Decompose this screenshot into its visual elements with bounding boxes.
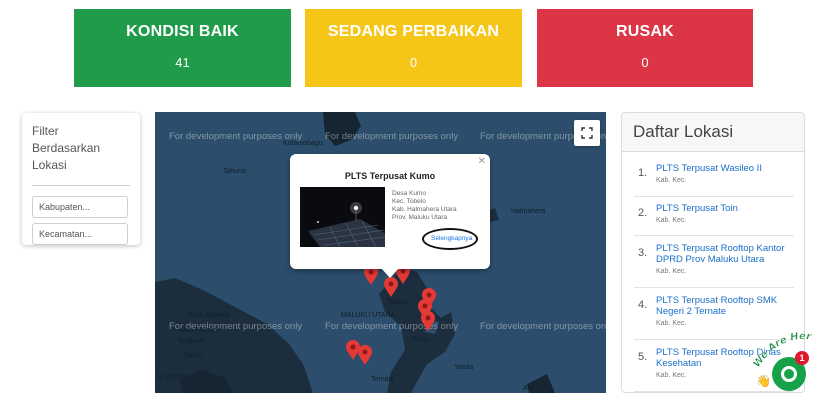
map-place-label: Tondano xyxy=(177,338,204,345)
map-place-label: Tahuna xyxy=(223,168,246,175)
map-place-label: MALUKU UTARA xyxy=(341,312,396,319)
location-sub: Kab. Kec. xyxy=(656,177,687,184)
location-sub: Kab. Kec. xyxy=(656,217,687,224)
popup-info-line: Prov. Maluku Utara xyxy=(392,214,448,221)
location-list-item[interactable]: 2. PLTS Terpusat Toin Kab. Kec. xyxy=(634,197,794,236)
location-link[interactable]: PLTS Terpusat Toin xyxy=(656,203,794,214)
location-sub: Kab. Kec. xyxy=(656,320,687,327)
location-sub: Kab. Kec. xyxy=(656,268,687,275)
map-place-label: Kota Manado xyxy=(179,327,221,334)
chat-badge: 1 xyxy=(795,351,809,365)
selengkapnya-link[interactable]: Selengkapnya xyxy=(431,235,472,242)
location-number: 4. xyxy=(638,299,648,311)
map-place-label: Kotamobagu xyxy=(283,140,323,147)
map-marker[interactable] xyxy=(358,345,372,365)
wave-icon: 👋 xyxy=(756,374,771,388)
map-place-label: Weda xyxy=(455,364,474,371)
map-view[interactable]: For development purposes only For develo… xyxy=(155,112,606,393)
map-place-label: Tobelo xyxy=(387,299,408,306)
map-watermark: For development purposes only xyxy=(480,321,606,332)
location-number: 2. xyxy=(638,207,648,219)
filter-title: Filter Berdasarkan Lokasi xyxy=(32,124,101,172)
plts-photo xyxy=(300,187,385,247)
popup-info: Desa Kumo Kec. Tobelo Kab. Halmahera Uta… xyxy=(392,190,457,222)
kecamatan-select[interactable]: Kecamatan... xyxy=(32,223,128,245)
map-place-label: Doru xyxy=(413,336,429,343)
location-number: 3. xyxy=(638,247,648,259)
status-card-repair-value: 0 xyxy=(409,55,418,70)
status-card-good-value: 41 xyxy=(175,55,190,70)
dashboard-page: KONDISI BAIK 41 SEDANG PERBAIKAN 0 RUSAK… xyxy=(0,0,815,393)
location-list-item[interactable]: 1. PLTS Terpusat Wasileo II Kab. Kec. xyxy=(634,152,794,197)
fullscreen-icon xyxy=(581,127,593,139)
map-place-label: Tarutu xyxy=(183,352,203,359)
status-card-broken: RUSAK 0 xyxy=(537,9,753,87)
popup-tip xyxy=(381,268,399,278)
chat-icon xyxy=(781,366,797,382)
map-watermark: For development purposes only xyxy=(325,321,459,332)
map-place-label: Kota Manado xyxy=(189,312,231,319)
location-number: 5. xyxy=(638,351,648,363)
status-card-repair-title: SEDANG PERBAIKAN xyxy=(327,23,500,40)
map-place-label: Ternate xyxy=(371,376,395,383)
location-link[interactable]: PLTS Terpusat Wasileo II xyxy=(656,163,794,174)
status-card-broken-value: 0 xyxy=(641,55,649,70)
map-marker[interactable] xyxy=(421,311,435,331)
map-place-label: Ake xyxy=(523,385,536,392)
status-card-repair: SEDANG PERBAIKAN 0 xyxy=(305,9,522,87)
location-link[interactable]: PLTS Terpusat Rooftop Kantor DPRD Prov M… xyxy=(656,243,794,265)
map-place-label: SI UTARA xyxy=(157,374,189,381)
location-popup: ✕ PLTS Terpusat Kumo Desa Kumo Kec. Tobe… xyxy=(290,154,490,278)
popup-info-line: Desa Kumo xyxy=(392,190,426,197)
location-list-title: Daftar Lokasi xyxy=(622,113,804,152)
kabupaten-select[interactable]: Kabupaten... xyxy=(32,196,128,218)
map-watermark: For development purposes only xyxy=(325,131,459,142)
fullscreen-button[interactable] xyxy=(574,120,600,146)
map-place-label: Halmahera xyxy=(511,208,546,215)
filter-panel: Filter Berdasarkan Lokasi Kabupaten... K… xyxy=(22,113,140,245)
status-card-broken-title: RUSAK xyxy=(616,23,674,40)
close-icon[interactable]: ✕ xyxy=(478,156,486,167)
filter-divider xyxy=(32,185,130,186)
status-card-good-title: KONDISI BAIK xyxy=(126,23,239,40)
popup-title: PLTS Terpusat Kumo xyxy=(344,171,436,181)
location-list-item[interactable]: 3. PLTS Terpusat Rooftop Kantor DPRD Pro… xyxy=(634,236,794,288)
location-link[interactable]: PLTS Terpusat Rooftop SMK Negeri 2 Terna… xyxy=(656,295,794,317)
popup-info-line: Kab. Halmahera Utara xyxy=(392,206,457,213)
status-card-good: KONDISI BAIK 41 xyxy=(74,9,291,87)
popup-info-line: Kec. Tobelo xyxy=(392,198,426,205)
location-number: 1. xyxy=(638,167,648,179)
